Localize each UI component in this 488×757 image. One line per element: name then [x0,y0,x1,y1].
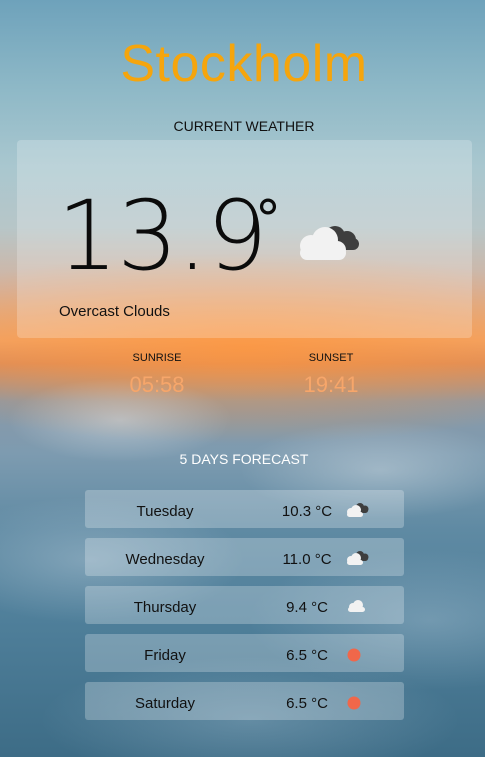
forecast-row-wednesday: Wednesday 11.0 °C [85,538,404,576]
forecast-temp: 10.3 °C [281,503,333,520]
sun-icon [347,648,361,662]
city-name: Stockholm [120,35,368,93]
current-weather-card: 13.9 ° Overcast Clouds [17,140,472,338]
broken-clouds-icon [347,503,369,517]
sunset-time: 19:41 [303,372,359,397]
forecast-row-friday: Friday 6.5 °C [85,634,404,672]
sunset-label: SUNSET [308,352,354,364]
forecast-day: Wednesday [125,551,205,568]
forecast-temp: 9.4 °C [286,599,328,616]
sunrise-label: SUNRISE [132,352,182,364]
forecast-temp: 6.5 °C [286,695,328,712]
forecast-temp: 11.0 °C [282,551,332,568]
forecast-title: 5 DAYS FORECAST [179,451,309,467]
current-temperature: 13.9 [57,180,268,292]
sun-icon [347,696,361,710]
sunrise-time: 05:58 [129,372,185,397]
forecast-day: Friday [144,647,186,664]
forecast-row-thursday: Thursday 9.4 °C [85,586,404,624]
current-weather-title: CURRENT WEATHER [173,118,315,134]
degree-symbol: ° [255,190,281,250]
weather-description: Overcast Clouds [59,303,170,320]
forecast-day: Saturday [134,695,196,712]
overcast-clouds-icon [300,226,359,260]
broken-clouds-icon [347,551,369,565]
forecast-day: Thursday [133,599,197,616]
forecast-day: Tuesday [136,503,194,520]
cloud-icon [348,600,365,612]
forecast-row-tuesday: Tuesday 10.3 °C [85,490,404,528]
forecast-row-saturday: Saturday 6.5 °C [85,682,404,720]
forecast-list: Tuesday 10.3 °C Wednesday 11.0 °C Thursd… [85,490,404,730]
forecast-temp: 6.5 °C [286,647,328,664]
